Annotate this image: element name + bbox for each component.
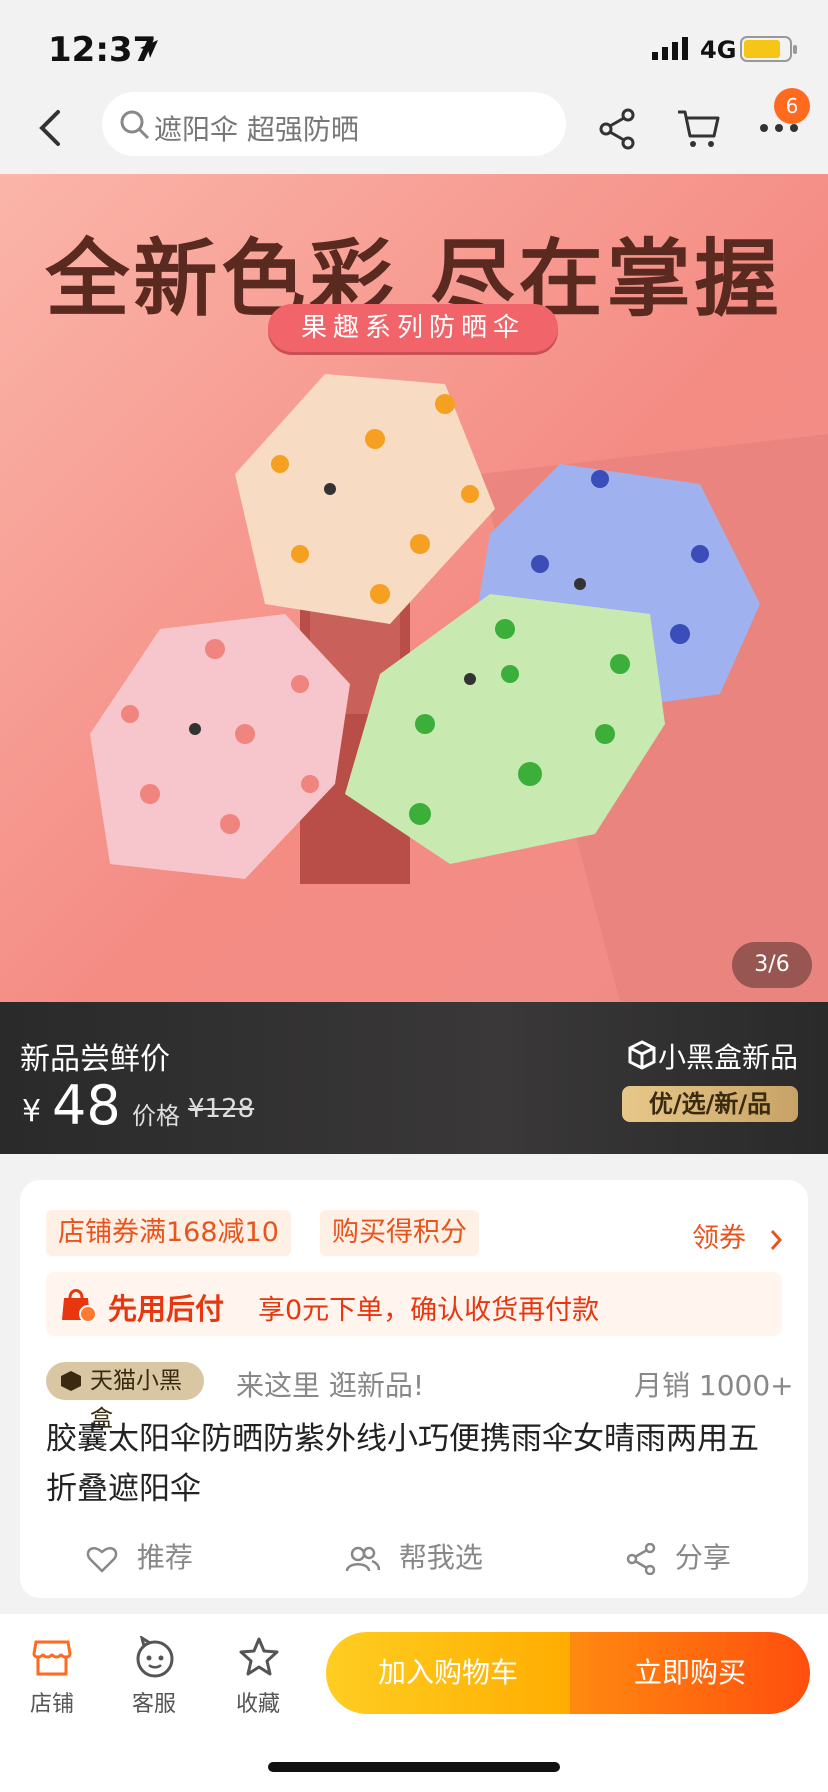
share-button[interactable]: 分享 [626,1536,731,1576]
favorite-tab[interactable]: 收藏 [218,1630,298,1750]
price-banner: 新品尝鲜价 ¥ 48 价格 ¥128 小黑盒新品 优/选/新/品 [0,1002,828,1154]
search-bar[interactable]: 遮阳伞 超强防晒 [102,92,566,156]
product-title: 胶囊太阳伞防晒防紫外线小巧便携雨伞女晴雨两用五折叠遮阳伞 [46,1421,759,1507]
share-label: 分享 [674,1541,731,1574]
help-choose-label: 帮我选 [398,1541,483,1574]
currency-symbol: ¥ [22,1094,42,1129]
hero-series-label: 果趣系列防晒伞 [268,304,558,352]
brand-label: 小黑盒新品 [658,1041,799,1074]
share-icon [626,1543,656,1575]
signal-icon [652,37,688,60]
tmall-box-icon [628,1040,656,1070]
tmall-slogan: 来这里 逛新品! [236,1369,425,1402]
store-label: 店铺 [29,1692,74,1717]
product-image-carousel[interactable]: 全新色彩 尽在掌握 果趣系列防晒伞 3/6 [0,174,828,1002]
share-icon[interactable] [598,108,638,150]
current-price: 48 [52,1074,121,1137]
recommend-label: 推荐 [136,1541,193,1574]
pay-later-desc: 享0元下单，确认收货再付款 [258,1295,600,1326]
service-icon [136,1636,174,1678]
store-icon [32,1640,72,1676]
service-tab[interactable]: 客服 [114,1630,194,1750]
tmall-box-icon [61,1371,81,1391]
pay-later-title: 先用后付 [108,1292,225,1326]
home-indicator[interactable] [268,1762,560,1772]
image-counter: 3/6 [732,942,812,988]
recommend-button[interactable]: 推荐 [86,1536,193,1576]
people-icon [346,1546,380,1572]
search-icon [120,110,150,140]
pay-later-banner[interactable]: 先用后付 享0元下单，确认收货再付款 [46,1272,782,1336]
get-coupon-label: 领券 [692,1223,746,1254]
store-tab[interactable]: 店铺 [12,1630,92,1750]
help-choose-button[interactable]: 帮我选 [346,1536,483,1576]
product-info-card: 店铺券满168减10 购买得积分 领券 先用后付 享0元下单，确认收货再付款 天… [20,1180,808,1598]
heart-icon [86,1547,118,1573]
back-arrow-icon[interactable] [36,108,64,148]
battery-icon [740,36,797,62]
coupon-points[interactable]: 购买得积分 [320,1210,479,1256]
network-label: 4G [700,36,737,64]
original-price: ¥128 [188,1094,254,1124]
buy-now-button[interactable]: 立即购买 [570,1632,810,1714]
add-to-cart-button[interactable]: 加入购物车 [326,1632,570,1714]
cart-badge: 6 [774,88,810,124]
original-price-label: 价格 [132,1102,180,1130]
cart-icon[interactable] [676,106,722,152]
coupon-store[interactable]: 店铺券满168减10 [46,1210,291,1256]
favorite-label: 收藏 [235,1692,280,1717]
get-coupon-link[interactable]: 领券 [692,1216,783,1255]
bag-icon [62,1289,96,1323]
search-placeholder: 遮阳伞 超强防晒 [154,113,359,146]
promo-title: 新品尝鲜价 [20,1042,170,1077]
location-arrow-icon [140,40,158,58]
chevron-right-icon [770,1229,782,1250]
monthly-sales: 月销 1000+ [634,1369,794,1402]
service-label: 客服 [131,1692,176,1717]
star-icon [239,1637,279,1676]
brand-tag: 优/选/新/品 [622,1086,798,1122]
original-price-value: ¥128 [188,1094,255,1124]
tmall-tag[interactable]: 天猫小黑盒 [46,1362,204,1432]
